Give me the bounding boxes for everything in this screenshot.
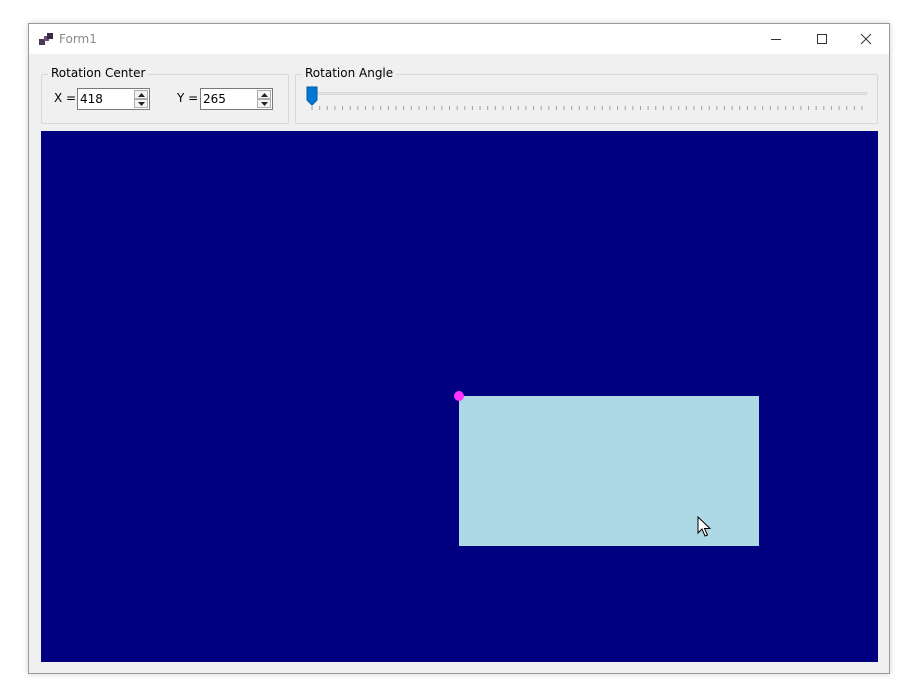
x-label: X =: [54, 91, 77, 105]
rotation-angle-label: Rotation Angle: [302, 66, 397, 80]
x-spinner-buttons: [134, 90, 148, 108]
y-spin-up-button[interactable]: [257, 90, 271, 99]
rotation-center-marker: [454, 391, 464, 401]
y-value[interactable]: 265: [203, 92, 226, 106]
close-button[interactable]: [843, 24, 889, 54]
app-icon: [39, 33, 53, 45]
window-title: Form1: [59, 32, 97, 46]
minimize-icon: [771, 39, 781, 40]
title-bar[interactable]: Form1: [29, 24, 889, 54]
x-value[interactable]: 418: [80, 92, 103, 106]
maximize-button[interactable]: [799, 24, 845, 54]
minimize-button[interactable]: [753, 24, 799, 54]
spin-down-icon: [260, 101, 268, 106]
x-spinner[interactable]: 418: [77, 88, 150, 110]
rotation-angle-group: Rotation Angle: [295, 66, 878, 124]
mouse-cursor-icon: [697, 516, 711, 537]
rotation-center-label: Rotation Center: [48, 66, 149, 80]
close-icon: [860, 33, 872, 45]
spin-down-icon: [137, 101, 145, 106]
spin-up-icon: [260, 92, 268, 97]
y-label: Y =: [177, 91, 199, 105]
rotated-rectangle: [459, 396, 759, 546]
angle-slider-track[interactable]: [313, 92, 867, 95]
maximize-icon: [817, 34, 827, 44]
angle-slider-ticks: [311, 106, 863, 110]
spin-up-icon: [137, 92, 145, 97]
angle-slider-thumb[interactable]: [306, 86, 318, 106]
x-spin-up-button[interactable]: [134, 90, 148, 99]
y-spin-down-button[interactable]: [257, 99, 271, 108]
y-spinner-buttons: [257, 90, 271, 108]
x-spin-down-button[interactable]: [134, 99, 148, 108]
y-spinner[interactable]: 265: [200, 88, 273, 110]
